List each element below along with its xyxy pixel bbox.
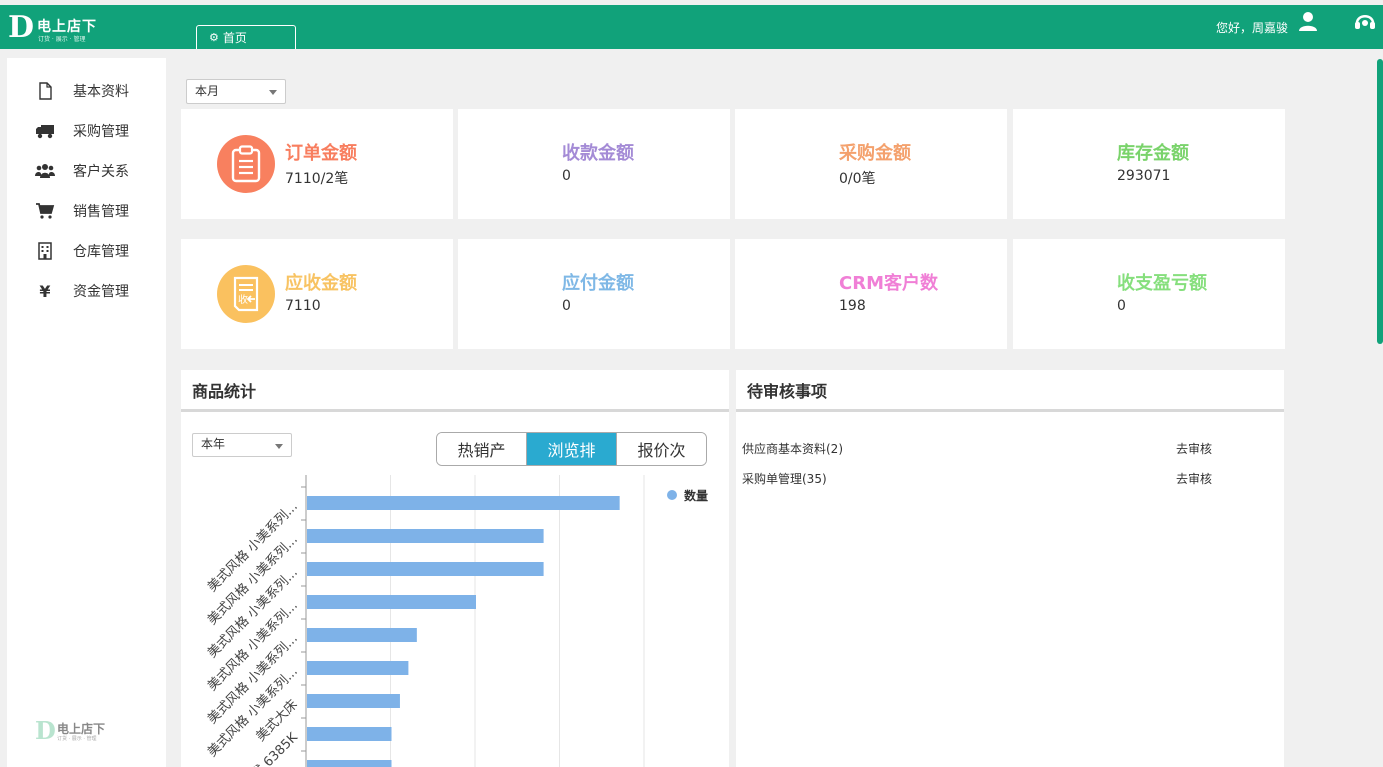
logo-name: 电上店下 (37, 19, 97, 35)
bar (307, 529, 544, 543)
card-title: 收支盈亏额 (1117, 273, 1207, 294)
sidebar: 基本资料 采购管理 客户关系 销售管理 仓库管理 ¥ 资金管理 D 电上店下 订… (7, 58, 166, 767)
sidebar-item-purchase[interactable]: 采购管理 (7, 111, 166, 151)
sidebar-item-label: 基本资料 (73, 84, 129, 100)
ranking-tabs: 热销产 浏览排 报价次 (436, 432, 707, 466)
card-value: 0/0笔 (839, 171, 876, 187)
sidebar-item-sales[interactable]: 销售管理 (7, 191, 166, 231)
sidebar-item-basic-info[interactable]: 基本资料 (7, 71, 166, 111)
sidebar-item-finance[interactable]: ¥ 资金管理 (7, 271, 166, 311)
card-value: 0 (562, 298, 571, 314)
sidebar-item-label: 资金管理 (73, 284, 129, 300)
card-value: 0 (1117, 298, 1126, 314)
building-icon (38, 242, 52, 260)
period-select[interactable]: 本月 (186, 79, 286, 104)
caret-down-icon (269, 90, 277, 95)
pending-review-panel: 待审核事项 供应商基本资料(2) 去审核 采购单管理(35) 去审核 (736, 370, 1284, 767)
sidebar-item-label: 采购管理 (73, 124, 129, 140)
truck-icon (36, 125, 54, 139)
legend-dot (667, 490, 677, 500)
sidebar-item-warehouse[interactable]: 仓库管理 (7, 231, 166, 271)
card-receivable-amount[interactable]: 收 应收金额 7110 (181, 239, 453, 349)
user-icon[interactable] (1297, 10, 1319, 32)
panel-title: 商品统计 (192, 382, 257, 401)
card-received-amount[interactable]: 收款金额 0 (458, 109, 730, 219)
bar (307, 562, 544, 576)
card-title: 应收金额 (285, 273, 357, 294)
review-link[interactable]: 去审核 (1176, 470, 1212, 487)
bar (307, 595, 476, 609)
svg-text:收: 收 (238, 293, 248, 306)
sidebar-item-label: 仓库管理 (73, 244, 129, 260)
sidebar-item-label: 客户关系 (73, 164, 129, 180)
tab-quote-count[interactable]: 报价次 (617, 433, 706, 465)
document-icon (39, 82, 52, 100)
bar (307, 628, 417, 642)
legend-label: 数量 (684, 488, 708, 503)
receipt-icon: 收 (217, 265, 275, 323)
period-select-value: 本月 (195, 84, 220, 98)
year-select[interactable]: 本年 (192, 433, 292, 457)
card-title: 采购金额 (839, 143, 911, 164)
bar (307, 496, 620, 510)
panel-title: 待审核事项 (747, 382, 828, 401)
tab-home[interactable]: ⚙ 首页 (196, 25, 296, 49)
year-select-value: 本年 (201, 437, 226, 451)
product-stats-panel: 商品统计 本年 热销产 浏览排 报价次 美式风格 小美系列... 美式风格 小美系… (181, 370, 729, 767)
bar (307, 694, 400, 708)
footer-logo: D 电上店下 订货 · 展示 · 管理 (35, 718, 135, 744)
clipboard-icon (217, 135, 275, 193)
bar (307, 727, 392, 741)
top-bar: D 电上店下 订货 · 展示 · 管理 ⚙ 首页 您好，周嘉骏 (0, 5, 1383, 49)
tab-home-label: 首页 (222, 31, 247, 45)
headset-icon[interactable] (1354, 12, 1376, 32)
bar (307, 661, 409, 675)
sidebar-item-label: 销售管理 (73, 204, 129, 220)
card-value: 7110 (285, 298, 321, 314)
card-profit-loss[interactable]: 收支盈亏额 0 (1013, 239, 1285, 349)
pending-item-label: 采购单管理(35) (742, 472, 827, 486)
tab-hot-sales[interactable]: 热销产 (437, 433, 527, 465)
logo-tagline: 订货 · 展示 · 管理 (38, 36, 86, 43)
card-order-amount[interactable]: 订单金额 7110/2笔 (181, 109, 453, 219)
scrollbar-thumb[interactable] (1377, 59, 1383, 344)
yen-icon: ¥ (39, 281, 51, 301)
user-greeting: 您好，周嘉骏 (1215, 21, 1288, 35)
footer-logo-tagline: 订货 · 展示 · 管理 (57, 736, 97, 742)
card-value: 293071 (1117, 168, 1171, 184)
card-title: 订单金额 (285, 143, 357, 164)
users-icon (35, 164, 55, 178)
card-title: 应付金额 (562, 273, 634, 294)
card-value: 198 (839, 298, 866, 314)
card-stock-amount[interactable]: 库存金额 293071 (1013, 109, 1285, 219)
card-title: CRM客户数 (839, 273, 938, 294)
review-link[interactable]: 去审核 (1176, 440, 1212, 457)
caret-down-icon (275, 444, 283, 449)
app-logo[interactable]: D 电上店下 订货 · 展示 · 管理 (8, 10, 118, 45)
panel-header: 商品统计 (181, 370, 729, 412)
pending-item-label: 供应商基本资料(2) (742, 442, 843, 456)
bar (307, 760, 392, 767)
product-bar-chart: 美式风格 小美系列...美式风格 小美系列...美式风格 小美系列...美式风格… (204, 475, 708, 767)
card-payable-amount[interactable]: 应付金额 0 (458, 239, 730, 349)
card-purchase-amount[interactable]: 采购金额 0/0笔 (735, 109, 1007, 219)
sidebar-item-customers[interactable]: 客户关系 (7, 151, 166, 191)
card-title: 库存金额 (1117, 143, 1189, 164)
cart-icon (36, 203, 55, 219)
card-value: 7110/2笔 (285, 171, 349, 187)
card-crm-customers[interactable]: CRM客户数 198 (735, 239, 1007, 349)
panel-header: 待审核事项 (736, 370, 1284, 412)
tab-browse-ranking[interactable]: 浏览排 (527, 433, 617, 465)
footer-logo-letter: D (35, 716, 56, 745)
gears-icon: ⚙ (209, 31, 219, 44)
card-value: 0 (562, 168, 571, 184)
card-title: 收款金额 (562, 143, 634, 164)
category-label: ... (281, 763, 300, 767)
logo-letter: D (8, 10, 35, 45)
